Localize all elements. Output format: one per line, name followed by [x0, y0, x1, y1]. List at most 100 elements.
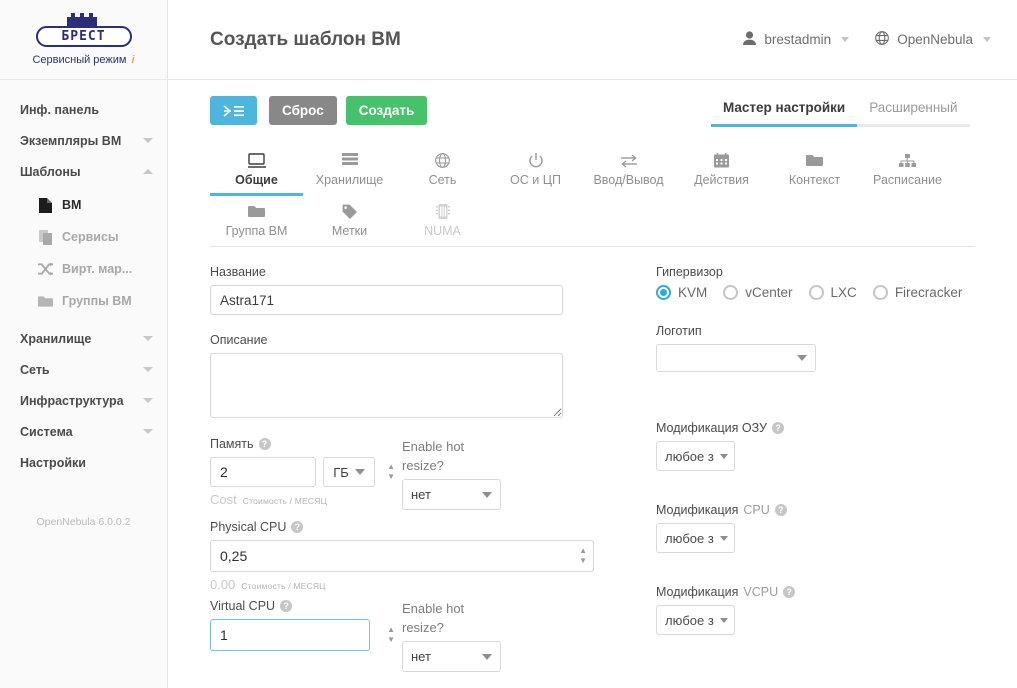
form-right-column: Гипервизор KVM vCenter LXC Firecracker Л…: [594, 265, 975, 672]
name-label: Название: [210, 265, 266, 279]
help-icon[interactable]: ?: [774, 504, 787, 516]
hypervisor-radio-group: KVM vCenter LXC Firecracker: [656, 285, 975, 300]
globe-icon: [396, 152, 489, 169]
folder-icon: [768, 152, 861, 169]
help-icon[interactable]: ?: [258, 438, 271, 450]
brest-logo: БРЕСТ: [35, 13, 132, 49]
step-actions[interactable]: Действия: [675, 144, 768, 195]
tab-wizard[interactable]: Мастер настройки: [711, 96, 858, 127]
sidebar-item-label: Сеть: [20, 362, 50, 377]
step-storage[interactable]: Хранилище: [303, 144, 396, 195]
memory-field-group: Память ? ▲▼ ГБ: [210, 437, 402, 510]
vcpu-modification-select[interactable]: любое з: [656, 605, 735, 635]
hot-label-line1: Enable hot: [402, 601, 465, 616]
sidebar-item-label: Хранилище: [20, 331, 92, 346]
sidebar-item-network[interactable]: Сеть: [0, 354, 167, 385]
sidebar-item-templates-services[interactable]: Сервисы: [0, 221, 167, 253]
help-icon[interactable]: ?: [280, 600, 293, 612]
hypervisor-option-kvm[interactable]: KVM: [656, 285, 707, 300]
step-network[interactable]: Сеть: [396, 144, 489, 195]
memory-modification-select[interactable]: любое з: [656, 441, 735, 471]
radio-icon: [808, 285, 824, 300]
brand-logo-text: БРЕСТ: [61, 29, 106, 44]
sidebar-item-settings[interactable]: Настройки: [0, 447, 167, 478]
back-button[interactable]: [210, 96, 257, 125]
tab-advanced[interactable]: Расширенный: [857, 96, 970, 127]
sidebar-item-label: Система: [20, 424, 73, 439]
memory-label: Память ?: [210, 437, 402, 451]
sidebar-item-label: Сервисы: [62, 230, 119, 244]
virtual-cpu-input[interactable]: [210, 619, 370, 651]
step-io[interactable]: Ввод/Вывод: [582, 144, 675, 195]
hot-label-line2: resize?: [402, 620, 444, 635]
step-os-cpu[interactable]: ОС и ЦП: [489, 144, 582, 195]
user-menu[interactable]: brestadmin: [743, 31, 850, 48]
chevron-down-icon: [143, 429, 153, 434]
app-root: БРЕСТ Сервисный режим i Инф. панель Экзе…: [0, 0, 1017, 688]
cpu-modification-value: любое з: [665, 530, 714, 546]
stepper-arrows[interactable]: ▲ ▼: [387, 463, 395, 481]
help-icon[interactable]: ?: [291, 521, 304, 533]
vcpu-hot-resize-select[interactable]: нет: [402, 641, 501, 672]
radio-icon: [723, 285, 739, 300]
create-button[interactable]: Создать: [345, 96, 428, 125]
vcpu-modification-value: любое з: [665, 612, 714, 628]
sidebar: БРЕСТ Сервисный режим i Инф. панель Экзе…: [0, 0, 168, 688]
step-tags[interactable]: Метки: [303, 195, 396, 246]
virtual-cpu-label-text: Virtual CPU: [210, 599, 276, 613]
memory-unit-select[interactable]: ГБ: [323, 457, 375, 487]
sidebar-item-system[interactable]: Система: [0, 416, 167, 447]
zone-menu[interactable]: OpenNebula: [875, 31, 991, 48]
info-icon[interactable]: i: [131, 54, 134, 66]
hypervisor-option-lxc[interactable]: LXC: [808, 285, 857, 300]
sidebar-item-templates-vm[interactable]: ВМ: [0, 189, 167, 221]
name-input[interactable]: [210, 285, 563, 315]
back-list-icon: [223, 104, 244, 117]
physical-cpu-label-text: Physical CPU: [210, 520, 287, 534]
sidebar-item-infrastructure[interactable]: Инфраструктура: [0, 385, 167, 416]
virtual-cpu-group: Virtual CPU ? ▲▼: [210, 599, 402, 672]
stepper-arrows[interactable]: ▲ ▼: [579, 547, 587, 565]
sidebar-item-dashboard[interactable]: Инф. панель: [0, 94, 167, 125]
page-title: Создать шаблон ВМ: [210, 28, 401, 50]
sidebar-item-vm-instances[interactable]: Экземпляры ВМ: [0, 125, 167, 156]
step-context[interactable]: Контекст: [768, 144, 861, 195]
step-general[interactable]: Общие: [210, 144, 303, 196]
sidebar-item-label: Шаблоны: [20, 164, 81, 179]
sidebar-item-storage[interactable]: Хранилище: [0, 323, 167, 354]
hot-label-line1: Enable hot: [402, 439, 465, 454]
help-icon[interactable]: ?: [771, 422, 784, 434]
step-schedule[interactable]: Расписание: [861, 144, 954, 195]
physical-cpu-input[interactable]: [210, 540, 594, 572]
memory-stepper: ▲▼ ГБ: [210, 457, 402, 487]
sidebar-item-templates[interactable]: Шаблоны: [0, 156, 167, 187]
description-field-group: Описание: [210, 333, 594, 423]
user-icon: [743, 31, 757, 48]
step-numa[interactable]: NUMA: [396, 195, 489, 246]
chevron-down-icon: [797, 355, 807, 361]
help-icon[interactable]: ?: [783, 586, 796, 598]
logo-select[interactable]: [656, 344, 816, 372]
memory-hot-resize-select[interactable]: нет: [402, 479, 501, 510]
description-label: Описание: [210, 333, 268, 347]
step-vmgroup[interactable]: Группа ВМ: [210, 195, 303, 246]
step-label: Контекст: [788, 173, 841, 187]
user-name: brestadmin: [764, 32, 832, 47]
sidebar-item-templates-marketplace[interactable]: Вирт. мар...: [0, 253, 167, 285]
description-textarea[interactable]: [210, 353, 563, 418]
hypervisor-option-label: vCenter: [745, 285, 793, 300]
tag-icon: [303, 203, 396, 220]
reset-button[interactable]: Сброс: [269, 96, 337, 125]
stepper-arrows[interactable]: ▲ ▼: [387, 626, 395, 644]
memory-input[interactable]: [210, 457, 316, 487]
calendar-icon: [675, 152, 768, 169]
memory-icon: [396, 203, 489, 220]
vcpu-modification-label: Модификация VCPU ?: [656, 585, 975, 599]
memory-cost-label: Стоимость / МЕСЯЦ: [242, 496, 328, 506]
hypervisor-option-firecracker[interactable]: Firecracker: [872, 285, 962, 300]
cpu-modification-select[interactable]: любое з: [656, 523, 735, 553]
memory-hot-resize-value: нет: [411, 487, 431, 502]
sidebar-item-templates-vmgroups[interactable]: Группы ВМ: [0, 285, 167, 317]
hypervisor-option-vcenter[interactable]: vCenter: [723, 285, 793, 300]
chevron-down-icon: [143, 138, 153, 143]
